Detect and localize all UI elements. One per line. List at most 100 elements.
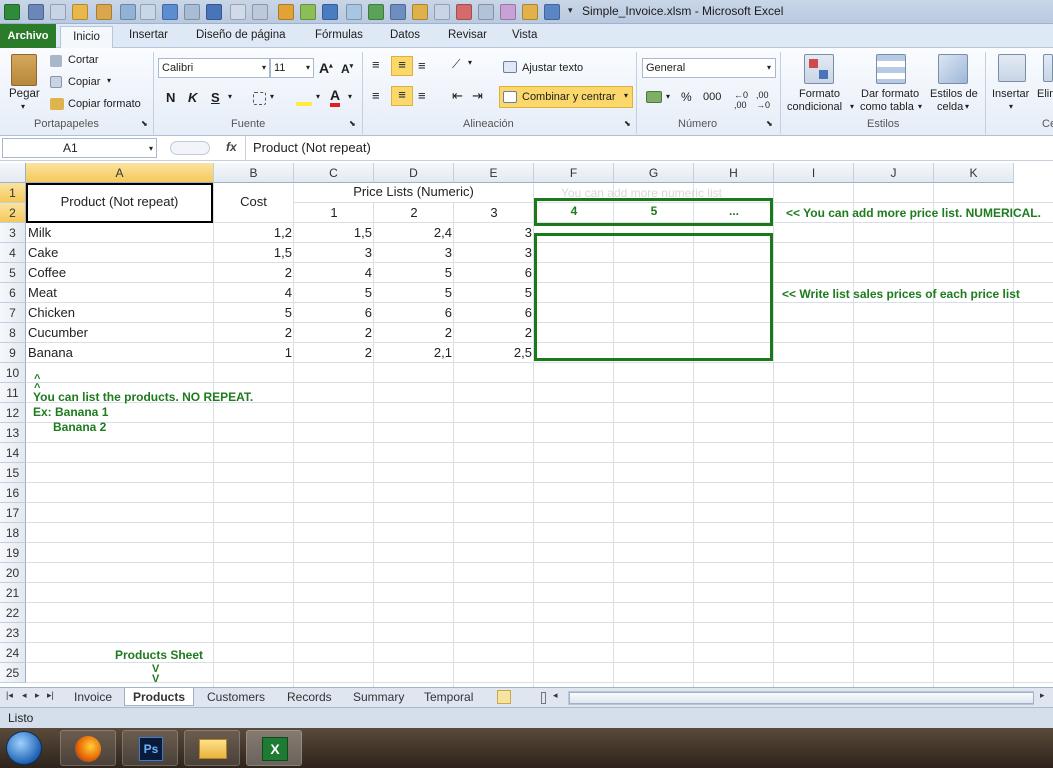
horizontal-scroll-thumb[interactable]	[569, 692, 1034, 704]
quick-access-icon[interactable]	[322, 4, 338, 20]
row-header-9[interactable]: 9	[0, 343, 26, 363]
increase-font-icon[interactable]: A▴	[319, 60, 333, 76]
cell-p2[interactable]: 5	[376, 283, 452, 303]
name-box[interactable]: A1 ▾	[2, 138, 157, 158]
cell-p2[interactable]: 2,4	[376, 223, 452, 243]
tab-insertar[interactable]: Insertar	[129, 29, 168, 41]
borders-icon[interactable]	[253, 92, 266, 105]
cell-name[interactable]: Chicken	[28, 303, 212, 323]
column-header-d[interactable]: D	[374, 163, 454, 183]
row-header-6[interactable]: 6	[0, 283, 26, 303]
tab-datos[interactable]: Datos	[390, 29, 420, 41]
font-color-dropdown-icon[interactable]: ▾	[348, 92, 352, 101]
row-header-15[interactable]: 15	[0, 463, 26, 483]
tab-inicio[interactable]: Inicio	[60, 26, 113, 49]
bold-icon[interactable]: N	[166, 90, 175, 105]
increase-decimal-icon[interactable]: ←0,00	[734, 90, 748, 110]
conditional-format-icon[interactable]	[804, 54, 834, 84]
sheet-tab-summary[interactable]: Summary	[345, 690, 412, 704]
quick-access-icon[interactable]	[478, 4, 494, 20]
column-header-a[interactable]: A	[26, 163, 214, 183]
customize-quick-access-icon[interactable]: ▾	[568, 5, 573, 16]
worksheet-grid[interactable]: ABCDEFGHIJK 1 2 3 4 5 6 7 8 9 10 11 12 13 14 15 16 17 18 1…	[0, 163, 1053, 687]
align-center-icon[interactable]: ≡	[391, 86, 413, 106]
cell-p3[interactable]: 6	[456, 263, 532, 283]
cell-p1[interactable]: 3	[296, 243, 372, 263]
row-header-5[interactable]: 5	[0, 263, 26, 283]
sheet-tab-customers[interactable]: Customers	[199, 690, 273, 704]
pegar-dropdown-icon[interactable]: ▾	[21, 102, 25, 111]
photoshop-icon[interactable]: Ps	[122, 730, 178, 766]
formato-condicional-label-1[interactable]: Formato	[799, 88, 840, 100]
copiar-icon[interactable]	[50, 76, 62, 88]
column-header-h[interactable]: H	[694, 163, 774, 183]
quick-access-icon[interactable]	[412, 4, 428, 20]
cell-p1[interactable]: 1,5	[296, 223, 372, 243]
formato-condicional-label-2[interactable]: condicional	[787, 101, 842, 113]
row-header-20[interactable]: 20	[0, 563, 26, 583]
quick-access-icon[interactable]	[390, 4, 406, 20]
last-sheet-icon[interactable]: ▸|	[47, 690, 54, 701]
eliminar-cells-button[interactable]: Elim	[1037, 88, 1053, 100]
row-header-23[interactable]: 23	[0, 623, 26, 643]
indent-increase-icon[interactable]: ⇥	[472, 88, 483, 104]
copiar-formato-icon[interactable]	[50, 98, 64, 110]
sheet-tab-products[interactable]: Products	[124, 688, 195, 706]
quick-access-icon[interactable]	[434, 4, 450, 20]
currency-dropdown-icon[interactable]: ▾	[666, 92, 670, 101]
new-sheet-icon[interactable]	[497, 690, 511, 704]
ajustar-texto-button[interactable]: Ajustar texto	[522, 62, 583, 74]
align-top-icon[interactable]: ≡	[372, 57, 380, 72]
indent-decrease-icon[interactable]: ⇤	[452, 88, 463, 104]
cell-p3[interactable]: 6	[456, 303, 532, 323]
dar-formato-dropdown-icon[interactable]: ▾	[918, 102, 922, 111]
row-header-24[interactable]: 24	[0, 643, 26, 663]
cell-p3[interactable]: 2	[456, 323, 532, 343]
quick-access-icon[interactable]	[96, 4, 112, 20]
tab-diseno-pagina[interactable]: Diseño de página	[196, 29, 286, 41]
font-color-icon[interactable]: A	[330, 88, 341, 107]
dar-formato-label-1[interactable]: Dar formato	[861, 88, 919, 100]
align-right-icon[interactable]: ≡	[418, 88, 426, 103]
copiar-dropdown-icon[interactable]: ▾	[107, 76, 111, 85]
row-header-3[interactable]: 3	[0, 223, 26, 243]
delete-cells-icon[interactable]	[1043, 54, 1053, 82]
row-header-14[interactable]: 14	[0, 443, 26, 463]
align-left-icon[interactable]: ≡	[372, 88, 380, 103]
cell-p3[interactable]: 3	[456, 243, 532, 263]
excel-app-icon[interactable]	[4, 4, 20, 20]
prev-sheet-icon[interactable]: ◂	[22, 690, 27, 701]
quick-access-icon[interactable]	[500, 4, 516, 20]
format-table-icon[interactable]	[876, 54, 906, 84]
undo-icon[interactable]	[50, 4, 66, 20]
windows-start-icon[interactable]	[6, 731, 42, 765]
cell-cost[interactable]: 1,5	[216, 243, 292, 263]
cell-p2[interactable]: 5	[376, 263, 452, 283]
font-name-select[interactable]: Calibri ▾	[158, 58, 270, 78]
cell-p3[interactable]: 5	[456, 283, 532, 303]
row-header-17[interactable]: 17	[0, 503, 26, 523]
align-bottom-icon[interactable]: ≡	[418, 58, 426, 73]
fill-color-icon[interactable]	[296, 90, 312, 106]
insert-cells-icon[interactable]	[998, 54, 1026, 82]
formula-input[interactable]: Product (Not repeat)	[253, 140, 371, 155]
fill-color-dropdown-icon[interactable]: ▾	[316, 92, 320, 101]
quick-access-icon[interactable]	[230, 4, 246, 20]
cell-p1[interactable]: 4	[296, 263, 372, 283]
borders-dropdown-icon[interactable]: ▾	[270, 92, 274, 101]
tab-revisar[interactable]: Revisar	[448, 29, 487, 41]
copiar-formato-button[interactable]: Copiar formato	[68, 98, 141, 110]
tab-vista[interactable]: Vista	[512, 29, 537, 41]
cell-p1[interactable]: 2	[296, 323, 372, 343]
thousands-icon[interactable]: 000	[703, 91, 721, 103]
column-header-b[interactable]: B	[214, 163, 294, 183]
formula-resize-icon[interactable]	[170, 141, 210, 155]
quick-access-icon[interactable]	[544, 4, 560, 20]
explorer-icon[interactable]	[184, 730, 240, 766]
quick-access-icon[interactable]	[368, 4, 384, 20]
quick-access-icon[interactable]	[162, 4, 178, 20]
tab-split-handle[interactable]	[541, 692, 546, 704]
quick-access-icon[interactable]	[140, 4, 156, 20]
tab-archivo[interactable]: Archivo	[0, 24, 56, 48]
insert-function-icon[interactable]: fx	[226, 140, 237, 154]
